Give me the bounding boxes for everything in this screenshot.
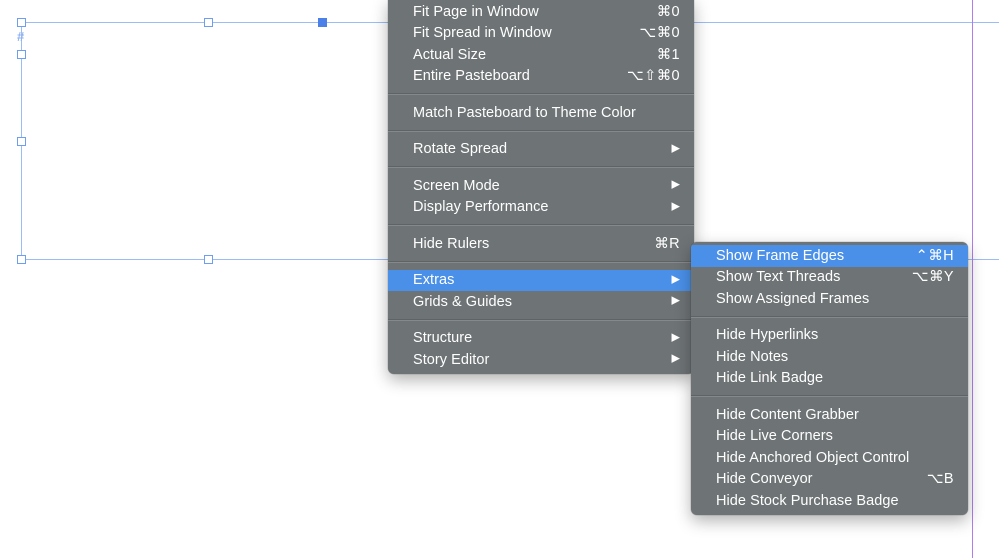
text-overflow-indicator[interactable]: # — [17, 30, 24, 43]
menu-item-hide-stock-purchase-badge[interactable]: Hide Stock Purchase Badge — [691, 490, 968, 512]
menu-item-fit-spread-in-window[interactable]: Fit Spread in Window ⌥⌘0 — [388, 23, 694, 45]
menu-separator — [691, 396, 968, 397]
menu-item-label: Display Performance — [413, 199, 549, 216]
menu-group: Hide Content Grabber Hide Live Corners Hid… — [691, 401, 968, 515]
menu-item-extras[interactable]: Extras ▶ — [388, 269, 694, 291]
menu-item-label: Show Frame Edges — [716, 247, 845, 264]
menu-item-show-assigned-frames[interactable]: Show Assigned Frames — [691, 288, 968, 310]
menu-item-label: Hide Anchored Object Control — [716, 449, 910, 466]
menu-item-shortcut: ⌥⇧⌘0 — [626, 68, 680, 85]
menu-item-label: Screen Mode — [413, 177, 500, 194]
menu-group: Structure ▶ Story Editor ▶ — [388, 325, 694, 374]
menu-item-label: Hide Rulers — [413, 235, 490, 252]
selection-handle-top-left[interactable] — [17, 18, 26, 27]
menu-separator — [388, 167, 694, 168]
menu-item-grids-and-guides[interactable]: Grids & Guides ▶ — [388, 291, 694, 313]
menu-item-label: Entire Pasteboard — [413, 68, 530, 85]
menu-item-label: Hide Conveyor — [716, 471, 813, 488]
selection-handle-active[interactable] — [318, 18, 327, 27]
extras-submenu[interactable]: Show Frame Edges ⌃⌘H Show Text Threads ⌥⌘Y S… — [691, 242, 968, 515]
view-menu[interactable]: Fit Page in Window ⌘0 Fit Spread in Window… — [388, 0, 694, 374]
menu-item-hide-rulers[interactable]: Hide Rulers ⌘R — [388, 233, 694, 255]
menu-group: Rotate Spread ▶ — [388, 136, 694, 164]
menu-item-hide-conveyor[interactable]: Hide Conveyor ⌥B — [691, 469, 968, 491]
menu-item-shortcut: ⌃⌘H — [915, 247, 954, 264]
selection-handle-bottom-left[interactable] — [17, 255, 26, 264]
menu-item-label: Story Editor — [413, 351, 490, 368]
chevron-right-icon: ▶ — [671, 294, 680, 307]
menu-item-story-editor[interactable]: Story Editor ▶ — [388, 349, 694, 371]
vertical-guide[interactable] — [972, 0, 973, 558]
menu-item-shortcut: ⌘R — [654, 235, 680, 252]
menu-item-shortcut: ⌘1 — [656, 46, 680, 63]
menu-separator — [388, 130, 694, 132]
menu-item-show-frame-edges[interactable]: Show Frame Edges ⌃⌘H — [691, 245, 968, 267]
chevron-right-icon: ▶ — [671, 142, 680, 155]
menu-group: Show Frame Edges ⌃⌘H Show Text Threads ⌥⌘Y S… — [691, 242, 968, 313]
extras-submenu-items: Show Frame Edges ⌃⌘H Show Text Threads ⌥⌘Y S… — [691, 242, 968, 515]
menu-separator — [388, 94, 694, 95]
menu-item-hide-live-corners[interactable]: Hide Live Corners — [691, 426, 968, 448]
menu-item-label: Fit Page in Window — [413, 3, 539, 20]
menu-item-label: Fit Spread in Window — [413, 25, 552, 42]
chevron-right-icon: ▶ — [671, 352, 680, 365]
selection-handle-bottom-middle[interactable] — [204, 255, 213, 264]
menu-item-shortcut: ⌘0 — [656, 3, 680, 20]
menu-group: Hide Hyperlinks Hide Notes Hide Link Badge — [691, 322, 968, 393]
menu-item-label: Hide Hyperlinks — [716, 327, 819, 344]
selection-handle-top-middle[interactable] — [204, 18, 213, 27]
menu-item-rotate-spread[interactable]: Rotate Spread ▶ — [388, 139, 694, 161]
menu-item-actual-size[interactable]: Actual Size ⌘1 — [388, 44, 694, 66]
menu-item-label: Grids & Guides — [413, 293, 513, 310]
menu-item-hide-hyperlinks[interactable]: Hide Hyperlinks — [691, 325, 968, 347]
menu-item-label: Show Text Threads — [716, 269, 841, 286]
menu-item-label: Hide Notes — [716, 348, 789, 365]
menu-item-screen-mode[interactable]: Screen Mode ▶ — [388, 175, 694, 197]
menu-item-show-text-threads[interactable]: Show Text Threads ⌥⌘Y — [691, 267, 968, 289]
menu-item-label: Structure — [413, 330, 473, 347]
menu-item-label: Match Pasteboard to Theme Color — [413, 104, 636, 121]
menu-item-label: Hide Link Badge — [716, 370, 824, 387]
menu-item-label: Show Assigned Frames — [716, 290, 870, 307]
menu-item-match-pasteboard-to-theme-color[interactable]: Match Pasteboard to Theme Color — [388, 102, 694, 124]
chevron-right-icon: ▶ — [671, 331, 680, 344]
menu-item-shortcut: ⌥⌘0 — [639, 25, 680, 42]
menu-separator — [388, 225, 694, 226]
menu-item-label: Hide Content Grabber — [716, 406, 859, 423]
selection-handle-left-upper[interactable] — [17, 50, 26, 59]
chevron-right-icon: ▶ — [671, 273, 680, 286]
menu-group: Screen Mode ▶ Display Performance ▶ — [388, 172, 694, 221]
menu-item-shortcut: ⌥⌘Y — [911, 269, 954, 286]
menu-item-label: Hide Stock Purchase Badge — [716, 492, 899, 509]
selection-handle-left-middle[interactable] — [17, 137, 26, 146]
menu-item-hide-content-grabber[interactable]: Hide Content Grabber — [691, 404, 968, 426]
menu-item-fit-page-in-window[interactable]: Fit Page in Window ⌘0 — [388, 1, 694, 23]
chevron-right-icon: ▶ — [671, 200, 680, 213]
menu-item-label: Actual Size — [413, 46, 487, 63]
menu-group: Match Pasteboard to Theme Color — [388, 99, 694, 127]
menu-item-shortcut: ⌥B — [926, 471, 954, 488]
menu-group: Hide Rulers ⌘R — [388, 230, 694, 258]
menu-item-display-performance[interactable]: Display Performance ▶ — [388, 197, 694, 219]
menu-item-hide-link-badge[interactable]: Hide Link Badge — [691, 368, 968, 390]
menu-group: Extras ▶ Grids & Guides ▶ — [388, 267, 694, 316]
menu-item-entire-pasteboard[interactable]: Entire Pasteboard ⌥⇧⌘0 — [388, 66, 694, 88]
menu-group: Fit Page in Window ⌘0 Fit Spread in Window… — [388, 0, 694, 90]
menu-separator — [388, 319, 694, 321]
menu-separator — [691, 316, 968, 318]
menu-item-structure[interactable]: Structure ▶ — [388, 328, 694, 350]
menu-item-label: Rotate Spread — [413, 141, 508, 158]
chevron-right-icon: ▶ — [671, 178, 680, 191]
view-menu-items: Fit Page in Window ⌘0 Fit Spread in Window… — [388, 0, 694, 374]
menu-item-hide-notes[interactable]: Hide Notes — [691, 346, 968, 368]
menu-item-label: Extras — [413, 272, 455, 289]
menu-item-label: Hide Live Corners — [716, 428, 833, 445]
menu-item-hide-anchored-object-control[interactable]: Hide Anchored Object Control — [691, 447, 968, 469]
menu-separator — [388, 261, 694, 263]
